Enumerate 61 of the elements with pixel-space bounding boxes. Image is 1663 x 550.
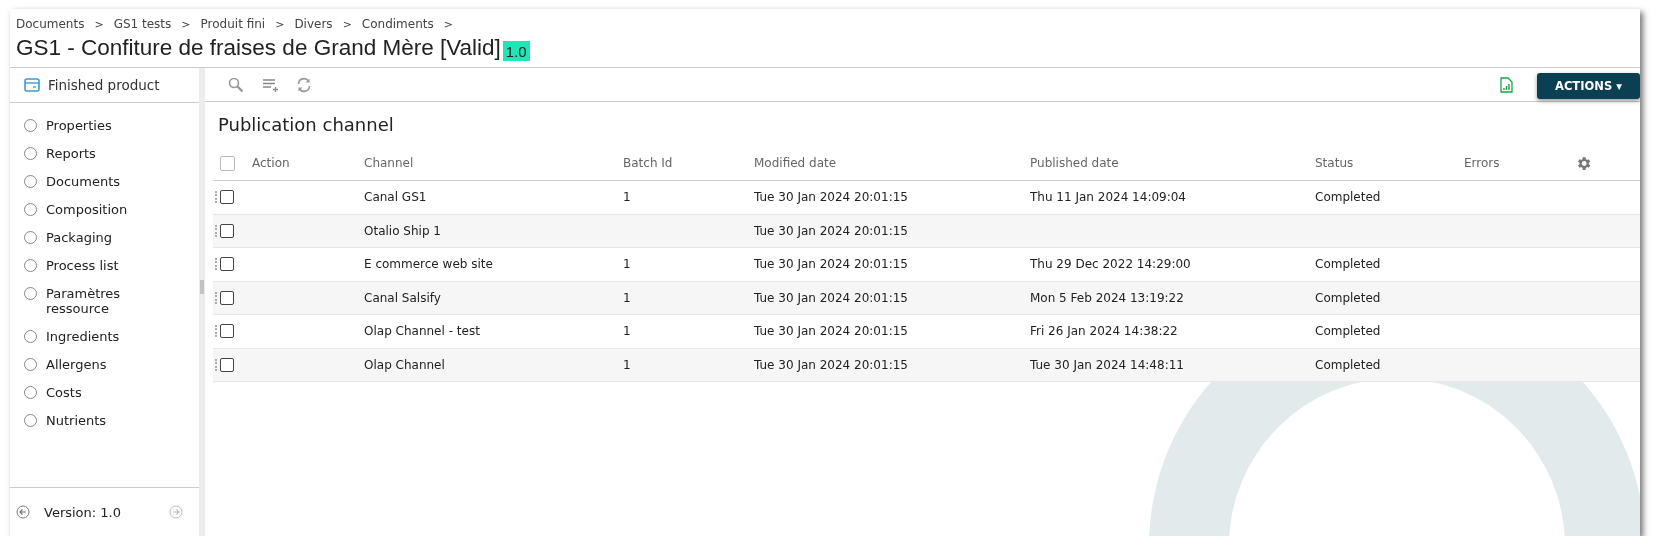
sidebar-item[interactable]: Nutrients bbox=[10, 406, 199, 434]
breadcrumb-link[interactable]: Produit fini bbox=[200, 17, 266, 31]
table-cell: Tue 30 Jan 2024 14:48:11 bbox=[1030, 357, 1184, 372]
column-header[interactable]: Errors bbox=[1464, 156, 1500, 170]
table-cell: Completed bbox=[1315, 290, 1381, 305]
sidebar-item[interactable]: Reports bbox=[10, 139, 199, 167]
column-header[interactable]: Channel bbox=[364, 156, 414, 170]
version-badge: 1.0 bbox=[502, 41, 530, 61]
breadcrumb-separator: > bbox=[181, 17, 191, 31]
column-header[interactable]: Modified date bbox=[754, 156, 837, 170]
table-cell: Completed bbox=[1315, 190, 1381, 205]
breadcrumb-link[interactable]: Divers bbox=[294, 17, 333, 31]
sidebar-item[interactable]: Ingredients bbox=[10, 322, 199, 350]
actions-button[interactable]: ACTIONS ▾ bbox=[1537, 72, 1640, 99]
table-cell: Olap Channel bbox=[364, 357, 445, 372]
table-cell: Olap Channel - test bbox=[364, 324, 480, 339]
breadcrumb-separator: > bbox=[94, 17, 104, 31]
page-title: GS1 - Confiture de fraises de Grand Mère [Valid] bbox=[16, 34, 501, 62]
sidebar-item[interactable]: Process list bbox=[10, 251, 199, 279]
table-cell: Completed bbox=[1315, 357, 1381, 372]
sidebar-item[interactable]: Costs bbox=[10, 378, 199, 406]
table-cell: Completed bbox=[1315, 257, 1381, 272]
breadcrumb-link[interactable]: Documents bbox=[16, 17, 85, 31]
sidebar-item[interactable]: Documents bbox=[10, 167, 199, 195]
column-header[interactable]: Published date bbox=[1030, 156, 1119, 170]
section-title: Publication channel bbox=[217, 113, 395, 137]
table-cell: 1 bbox=[623, 290, 631, 305]
breadcrumb-link[interactable]: GS1 tests bbox=[113, 17, 172, 31]
table-cell: Tue 30 Jan 2024 20:01:15 bbox=[754, 223, 908, 238]
table-cell: Thu 29 Dec 2022 14:29:00 bbox=[1030, 257, 1191, 272]
column-header[interactable]: Action bbox=[252, 156, 290, 170]
table-cell: Mon 5 Feb 2024 13:19:22 bbox=[1030, 290, 1184, 305]
table-cell: Tue 30 Jan 2024 20:01:15 bbox=[754, 357, 908, 372]
sidebar-item[interactable]: Allergens bbox=[10, 350, 199, 378]
sidebar-item[interactable]: Properties bbox=[10, 111, 199, 139]
breadcrumb-separator: > bbox=[342, 17, 352, 31]
table-cell: Tue 30 Jan 2024 20:01:15 bbox=[754, 190, 908, 205]
version-label: Version: 1.0 bbox=[44, 504, 122, 520]
column-header[interactable]: Batch Id bbox=[623, 156, 673, 170]
table-cell: Tue 30 Jan 2024 20:01:15 bbox=[754, 290, 908, 305]
column-header[interactable]: Status bbox=[1315, 156, 1354, 170]
table-cell: Canal Salsify bbox=[364, 290, 441, 305]
sidebar-item[interactable]: Composition bbox=[10, 195, 199, 223]
table-cell: 1 bbox=[623, 357, 631, 372]
table-cell: Tue 30 Jan 2024 20:01:15 bbox=[754, 324, 908, 339]
table-cell: Otalio Ship 1 bbox=[364, 223, 441, 238]
sidebar-item[interactable]: Packaging bbox=[10, 223, 199, 251]
table-cell: 1 bbox=[623, 257, 631, 272]
table-cell: Canal GS1 bbox=[364, 190, 427, 205]
breadcrumb-link[interactable]: Condiments bbox=[361, 17, 434, 31]
sidebar-item[interactable]: Paramètres ressource bbox=[10, 279, 199, 322]
table-cell: Completed bbox=[1315, 324, 1381, 339]
table-cell: Thu 11 Jan 2024 14:09:04 bbox=[1030, 190, 1186, 205]
table-cell: 1 bbox=[623, 190, 631, 205]
table-cell: Fri 26 Jan 2024 14:38:22 bbox=[1030, 324, 1178, 339]
table-cell: E commerce web site bbox=[364, 257, 493, 272]
sidebar-title: Finished product bbox=[48, 77, 160, 93]
table-cell: 1 bbox=[623, 324, 631, 339]
breadcrumb-separator: > bbox=[275, 17, 285, 31]
table-cell: Tue 30 Jan 2024 20:01:15 bbox=[754, 257, 908, 272]
breadcrumb-separator: > bbox=[443, 17, 453, 31]
